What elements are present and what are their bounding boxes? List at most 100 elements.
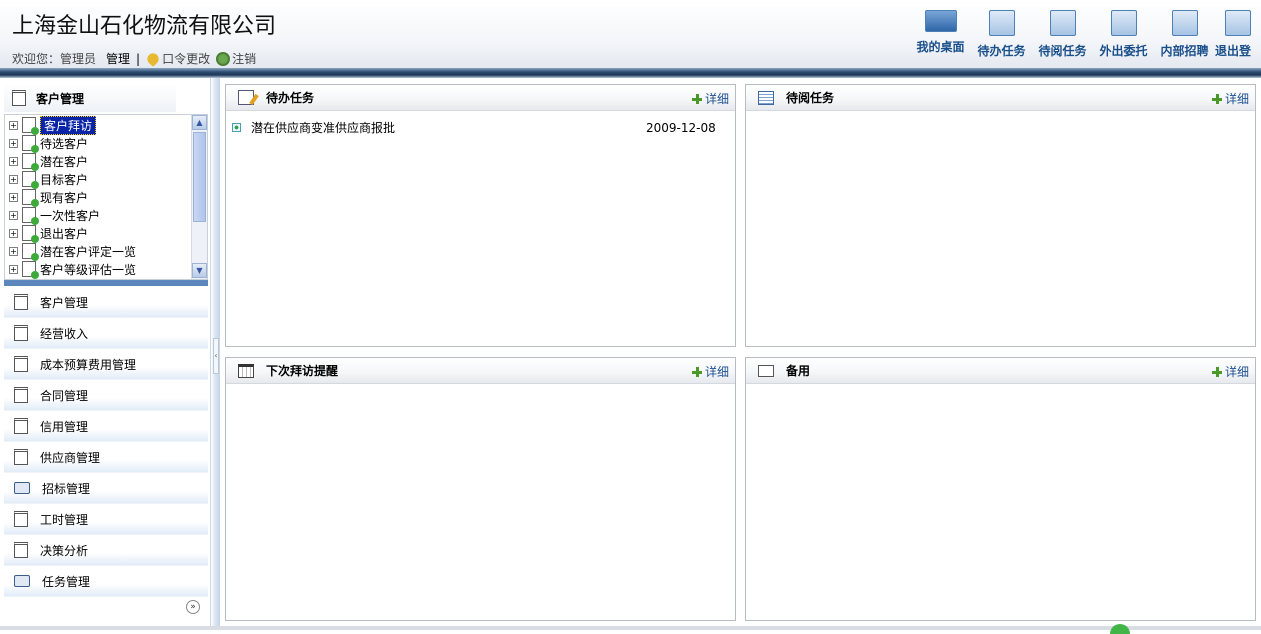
customer-tree: + 客户拜访 + 待选客户 + 潜在客户 + 目标客户 + 现有客户 + 一次性… bbox=[4, 114, 208, 280]
more-link[interactable]: 详细 bbox=[691, 363, 729, 380]
notebook-icon bbox=[14, 449, 28, 465]
plus-icon bbox=[691, 366, 702, 377]
panel-resize-handle[interactable] bbox=[4, 280, 208, 286]
status-bar bbox=[0, 626, 1261, 630]
node-icon bbox=[22, 225, 39, 243]
panel-header: 待办任务 详细 bbox=[226, 85, 735, 111]
menu-customer-management[interactable]: 客户管理 bbox=[4, 287, 208, 318]
more-link[interactable]: 详细 bbox=[1211, 363, 1249, 380]
book-icon bbox=[14, 575, 30, 587]
sidebar-splitter[interactable]: ‹ bbox=[210, 78, 220, 626]
menu-work-hours[interactable]: 工时管理 bbox=[4, 504, 208, 535]
user-bar: 欢迎您：管理员 管理 | 口令更改 注销 bbox=[12, 50, 256, 67]
panel-next-visit: 下次拜访提醒 详细 bbox=[225, 357, 736, 621]
company-title: 上海金山石化物流有限公司 bbox=[12, 14, 277, 39]
nav-recruit[interactable]: 内部招聘 bbox=[1154, 10, 1215, 59]
double-chevron-icon[interactable]: » bbox=[186, 600, 200, 614]
expand-icon[interactable]: + bbox=[9, 192, 18, 202]
notebook-icon bbox=[14, 294, 28, 310]
app-header: 上海金山石化物流有限公司 欢迎您：管理员 管理 | 口令更改 注销 我的桌面 待… bbox=[0, 0, 1261, 68]
tree-item[interactable]: + 目标客户 bbox=[9, 170, 88, 189]
tree-item[interactable]: + 现有客户 bbox=[9, 188, 88, 207]
node-icon bbox=[22, 171, 39, 189]
menu-bidding[interactable]: 招标管理 bbox=[4, 473, 208, 504]
key-icon bbox=[145, 50, 161, 67]
expand-icon[interactable]: + bbox=[9, 138, 18, 148]
notebook-icon bbox=[14, 387, 28, 403]
gear-icon bbox=[216, 51, 231, 66]
sidebar-section-header[interactable]: 客户管理 bbox=[4, 84, 176, 112]
menu-supplier[interactable]: 供应商管理 bbox=[4, 442, 208, 473]
panel-header: 备用 详细 bbox=[746, 358, 1255, 384]
delegate-icon bbox=[1110, 10, 1137, 36]
scroll-thumb[interactable] bbox=[193, 132, 206, 222]
expand-icon[interactable]: + bbox=[9, 264, 18, 274]
list-icon bbox=[758, 90, 774, 105]
module-menu: 客户管理 经营收入 成本预算费用管理 合同管理 信用管理 供应商管理 招标管理 bbox=[4, 287, 208, 597]
node-icon bbox=[22, 207, 39, 225]
expand-icon[interactable]: + bbox=[9, 210, 18, 220]
menu-decision-analysis[interactable]: 决策分析 bbox=[4, 535, 208, 566]
notebook-icon bbox=[14, 542, 28, 558]
calendar-icon bbox=[238, 363, 254, 378]
folder-icon bbox=[758, 364, 774, 377]
tree-item[interactable]: + 一次性客户 bbox=[9, 206, 100, 225]
book-icon bbox=[14, 482, 30, 494]
collapse-sidebar-icon[interactable]: ‹ bbox=[213, 338, 219, 374]
menu-task-management[interactable]: 任务管理 bbox=[4, 566, 208, 597]
notebook-icon bbox=[14, 325, 28, 341]
panel-header: 下次拜访提醒 详细 bbox=[226, 358, 735, 384]
node-icon bbox=[22, 261, 39, 279]
expand-icon[interactable]: + bbox=[9, 246, 18, 256]
menu-credit[interactable]: 信用管理 bbox=[4, 411, 208, 442]
scroll-down-icon[interactable]: ▼ bbox=[192, 263, 207, 278]
exit-icon bbox=[1225, 10, 1251, 36]
task-title[interactable]: 潜在供应商变准供应商报批 bbox=[251, 119, 395, 136]
desktop-icon bbox=[924, 10, 957, 32]
expand-icon[interactable]: + bbox=[9, 228, 18, 238]
tree-item[interactable]: + 待选客户 bbox=[9, 134, 88, 153]
panel-toread-tasks: 待阅任务 详细 bbox=[745, 84, 1256, 347]
tree-scrollbar[interactable]: ▲ ▼ bbox=[191, 115, 207, 279]
nav-todo-tasks[interactable]: 待办任务 bbox=[971, 10, 1032, 59]
tree-item[interactable]: + 潜在客户评定一览 bbox=[9, 242, 136, 261]
recruit-icon bbox=[1171, 10, 1198, 36]
task-list-icon bbox=[988, 10, 1015, 36]
header-divider bbox=[0, 68, 1261, 78]
menu-business-income[interactable]: 经营收入 bbox=[4, 318, 208, 349]
plus-icon bbox=[1211, 366, 1222, 377]
plus-icon bbox=[1211, 93, 1222, 104]
tree-item[interactable]: + 潜在客户 bbox=[9, 152, 88, 171]
expand-icon[interactable]: + bbox=[9, 156, 18, 166]
separator: | bbox=[136, 51, 141, 66]
scroll-up-icon[interactable]: ▲ bbox=[192, 115, 207, 130]
expand-icon[interactable]: + bbox=[9, 120, 18, 130]
panel-spare: 备用 详细 bbox=[745, 357, 1256, 621]
nav-my-desktop[interactable]: 我的桌面 bbox=[910, 10, 971, 59]
node-icon bbox=[22, 189, 39, 207]
table-icon bbox=[1049, 10, 1076, 36]
node-icon bbox=[22, 243, 39, 261]
menu-contract[interactable]: 合同管理 bbox=[4, 380, 208, 411]
nav-exit[interactable]: 退出登 bbox=[1215, 10, 1261, 59]
task-date: 2009-12-08 bbox=[646, 120, 716, 135]
notebook-icon bbox=[14, 418, 28, 434]
manage-link[interactable]: 管理 bbox=[106, 50, 130, 67]
nav-delegate[interactable]: 外出委托 bbox=[1093, 10, 1154, 59]
tree-item[interactable]: + 客户等级评估一览 bbox=[9, 260, 136, 279]
menu-cost-budget[interactable]: 成本预算费用管理 bbox=[4, 349, 208, 380]
logout-link[interactable]: 注销 bbox=[232, 50, 256, 67]
notebook-icon bbox=[12, 90, 26, 106]
notebook-icon bbox=[14, 511, 28, 527]
tree-item[interactable]: + 退出客户 bbox=[9, 224, 88, 243]
more-link[interactable]: 详细 bbox=[1211, 90, 1249, 107]
nav-toread-tasks[interactable]: 待阅任务 bbox=[1032, 10, 1093, 59]
bullet-icon bbox=[232, 123, 241, 132]
tree-item-customer-visit[interactable]: + 客户拜访 bbox=[9, 115, 97, 135]
more-link[interactable]: 详细 bbox=[691, 90, 729, 107]
node-icon bbox=[22, 153, 39, 171]
edit-icon bbox=[238, 90, 254, 105]
expand-icon[interactable]: + bbox=[9, 174, 18, 184]
task-item[interactable]: 潜在供应商变准供应商报批 2009-12-08 bbox=[232, 119, 722, 136]
password-change-link[interactable]: 口令更改 bbox=[162, 50, 210, 67]
